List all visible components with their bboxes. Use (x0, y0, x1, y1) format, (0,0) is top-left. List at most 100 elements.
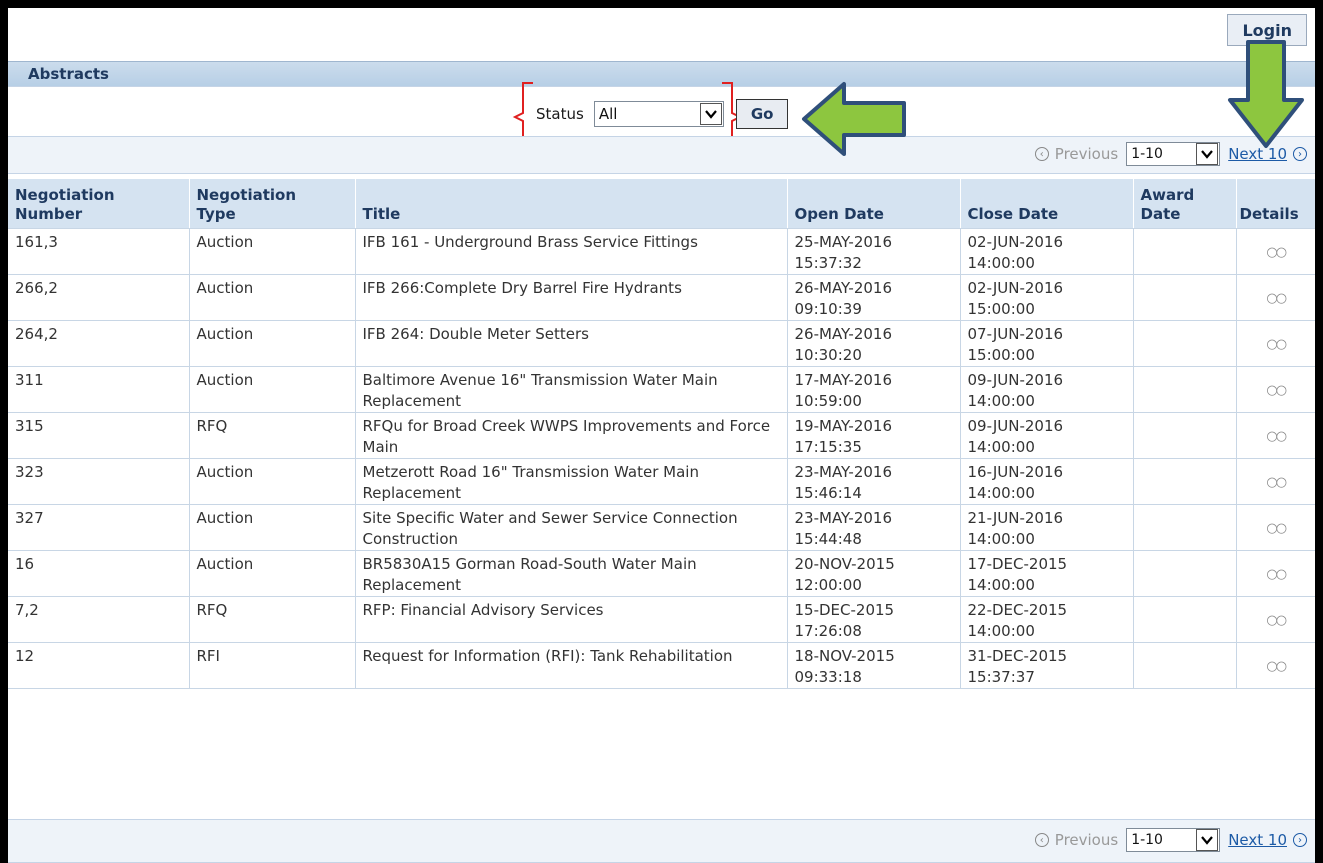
title-cell: Metzerott Road 16" Transmission Water Ma… (355, 458, 788, 505)
chevron-left-circle-icon: ‹ (1034, 833, 1049, 847)
chevron-down-icon[interactable] (1196, 143, 1219, 165)
glasses-icon[interactable]: ○○ (1266, 659, 1287, 674)
award-date-cell (1133, 642, 1237, 689)
negotiation-number-cell: 323 (8, 458, 190, 505)
glasses-icon[interactable]: ○○ (1266, 567, 1287, 582)
details-cell: ○○ (1236, 504, 1315, 551)
table-row[interactable]: 315 RFQ RFQu for Broad Creek WWPS Improvem… (8, 412, 1315, 459)
table-row[interactable]: 264,2 Auction IFB 264: Double Meter Setter… (8, 320, 1315, 367)
close-date-cell: 21-JUN-2016 14:00:00 (960, 504, 1134, 551)
close-date-cell: 17-DEC-2015 14:00:00 (960, 550, 1134, 597)
details-cell: ○○ (1236, 366, 1315, 413)
next-page-link[interactable]: Next 10 (1228, 831, 1287, 849)
table-row[interactable]: 327 Auction Site Specific Water and Sewer … (8, 504, 1315, 551)
table-header-row: Negotiation Number Negotiation Type Title … (8, 179, 1315, 229)
title-cell: IFB 161 - Underground Brass Service Fitt… (355, 228, 788, 275)
open-date-cell: 23-MAY-2016 15:46:14 (787, 458, 961, 505)
glasses-icon[interactable]: ○○ (1266, 475, 1287, 490)
title-cell: RFP: Financial Advisory Services (355, 596, 788, 643)
range-select[interactable]: 1-10 (1126, 142, 1221, 166)
details-cell: ○○ (1236, 228, 1315, 275)
title-cell: IFB 266:Complete Dry Barrel Fire Hydrant… (355, 274, 788, 321)
close-date-cell: 31-DEC-2015 15:37:37 (960, 642, 1134, 689)
title-cell: RFQu for Broad Creek WWPS Improvements a… (355, 412, 788, 459)
award-date-cell (1133, 274, 1237, 321)
table-row[interactable]: 7,2 RFQ RFP: Financial Advisory Services 15… (8, 596, 1315, 643)
glasses-icon[interactable]: ○○ (1266, 291, 1287, 306)
go-button[interactable]: Go (735, 99, 789, 129)
negotiation-number-cell: 12 (8, 642, 190, 689)
negotiation-type-cell: Auction (189, 228, 356, 275)
open-date-cell: 20-NOV-2015 12:00:00 (787, 550, 961, 597)
negotiation-number-cell: 16 (8, 550, 190, 597)
table-row[interactable]: 266,2 Auction IFB 266:Complete Dry Barrel … (8, 274, 1315, 321)
title-cell: BR5830A15 Gorman Road-South Water Main R… (355, 550, 788, 597)
award-date-cell (1133, 596, 1237, 643)
table-row[interactable]: 16 Auction BR5830A15 Gorman Road-South Wat… (8, 550, 1315, 597)
chevron-down-icon[interactable] (699, 103, 722, 125)
details-cell: ○○ (1236, 550, 1315, 597)
details-cell: ○○ (1236, 596, 1315, 643)
title-cell: Request for Information (RFI): Tank Reha… (355, 642, 788, 689)
pagination-bar-bottom: ‹ Previous 1-10 Next 10 › (8, 819, 1315, 863)
close-date-cell: 09-JUN-2016 14:00:00 (960, 412, 1134, 459)
negotiation-number-cell: 264,2 (8, 320, 190, 367)
pagination-bar-top: ‹ Previous 1-10 Next 10 › (8, 136, 1315, 174)
details-cell: ○○ (1236, 320, 1315, 367)
glasses-icon[interactable]: ○○ (1266, 245, 1287, 260)
negotiation-number-cell: 315 (8, 412, 190, 459)
close-date-cell: 09-JUN-2016 14:00:00 (960, 366, 1134, 413)
negotiation-type-cell: RFQ (189, 412, 356, 459)
column-header-title[interactable]: Title (355, 179, 788, 229)
column-header-negotiation-number[interactable]: Negotiation Number (8, 179, 190, 229)
table-row[interactable]: 323 Auction Metzerott Road 16" Transmissio… (8, 458, 1315, 505)
award-date-cell (1133, 458, 1237, 505)
column-header-details: Details (1236, 179, 1315, 229)
status-select[interactable]: All (593, 101, 724, 127)
status-label: Status (536, 105, 584, 123)
negotiation-type-cell: Auction (189, 550, 356, 597)
column-header-close-date[interactable]: Close Date (960, 179, 1134, 229)
close-date-cell: 07-JUN-2016 15:00:00 (960, 320, 1134, 367)
negotiation-number-cell: 7,2 (8, 596, 190, 643)
chevron-right-circle-icon[interactable]: › (1293, 833, 1307, 847)
close-date-cell: 02-JUN-2016 15:00:00 (960, 274, 1134, 321)
open-date-cell: 17-MAY-2016 10:59:00 (787, 366, 961, 413)
open-date-cell: 15-DEC-2015 17:26:08 (787, 596, 961, 643)
chevron-down-icon[interactable] (1196, 829, 1219, 851)
range-select[interactable]: 1-10 (1126, 828, 1221, 852)
annotation-arrow-down (1228, 40, 1304, 148)
table-row[interactable]: 161,3 Auction IFB 161 - Underground Brass … (8, 228, 1315, 275)
glasses-icon[interactable]: ○○ (1266, 613, 1287, 628)
negotiation-type-cell: RFQ (189, 596, 356, 643)
column-header-award-date[interactable]: Award Date (1133, 179, 1237, 229)
table-row[interactable]: 311 Auction Baltimore Avenue 16" Transmiss… (8, 366, 1315, 413)
column-header-open-date[interactable]: Open Date (787, 179, 961, 229)
negotiation-type-cell: Auction (189, 458, 356, 505)
negotiation-type-cell: RFI (189, 642, 356, 689)
negotiation-type-cell: Auction (189, 366, 356, 413)
award-date-cell (1133, 228, 1237, 275)
column-header-negotiation-type[interactable]: Negotiation Type (189, 179, 356, 229)
range-value: 1-10 (1131, 146, 1163, 162)
glasses-icon[interactable]: ○○ (1266, 521, 1287, 536)
negotiation-type-cell: Auction (189, 504, 356, 551)
award-date-cell (1133, 550, 1237, 597)
details-cell: ○○ (1236, 274, 1315, 321)
close-date-cell: 02-JUN-2016 14:00:00 (960, 228, 1134, 275)
glasses-icon[interactable]: ○○ (1266, 429, 1287, 444)
table-row[interactable]: 12 RFI Request for Information (RFI): Tank… (8, 642, 1315, 689)
open-date-cell: 26-MAY-2016 09:10:39 (787, 274, 961, 321)
award-date-cell (1133, 504, 1237, 551)
close-date-cell: 22-DEC-2015 14:00:00 (960, 596, 1134, 643)
open-date-cell: 23-MAY-2016 15:44:48 (787, 504, 961, 551)
details-cell: ○○ (1236, 458, 1315, 505)
title-cell: IFB 264: Double Meter Setters (355, 320, 788, 367)
negotiation-number-cell: 266,2 (8, 274, 190, 321)
glasses-icon[interactable]: ○○ (1266, 383, 1287, 398)
negotiation-number-cell: 327 (8, 504, 190, 551)
open-date-cell: 25-MAY-2016 15:37:32 (787, 228, 961, 275)
award-date-cell (1133, 320, 1237, 367)
status-filter: Status All Go (522, 99, 789, 129)
glasses-icon[interactable]: ○○ (1266, 337, 1287, 352)
